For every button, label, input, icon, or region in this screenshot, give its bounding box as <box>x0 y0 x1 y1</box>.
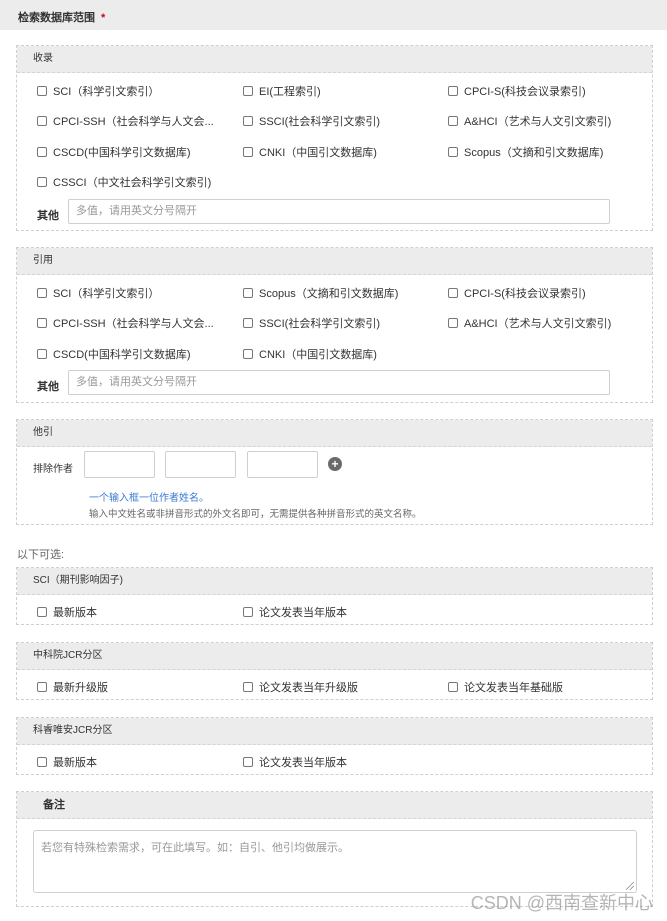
checkbox-icon[interactable] <box>37 607 47 617</box>
checkbox-ahci[interactable]: A&HCI（艺术与人文引文索引) <box>448 315 611 331</box>
section-yinyong: 引用 SCI（科学引文索引） Scopus（文摘和引文数据库) CPCI-S(科… <box>16 247 653 403</box>
hint-text-gray: 输入中文姓名或非拼音形式的外文名即可，无需提供各种拼音形式的英文名称。 <box>89 509 422 520</box>
checkbox-cpci-ssh[interactable]: CPCI-SSH（社会科学与人文会... <box>37 315 214 331</box>
checkbox-icon[interactable] <box>243 147 253 157</box>
checkbox-icon[interactable] <box>37 177 47 187</box>
optional-label: 以下可选: <box>17 549 65 561</box>
checkbox-cpci-ssh[interactable]: CPCI-SSH（社会科学与人文会... <box>37 113 214 129</box>
section-title: 收录 <box>17 46 652 73</box>
checkbox-icon[interactable] <box>448 116 458 126</box>
checkbox-icon[interactable] <box>37 349 47 359</box>
notes-title: 备注 <box>17 792 652 819</box>
other-input[interactable]: 多值，请用英文分号隔开 <box>68 370 610 395</box>
checkbox-icon[interactable] <box>243 288 253 298</box>
checkbox-scopus[interactable]: Scopus（文摘和引文数据库) <box>243 285 398 301</box>
checkbox-icon[interactable] <box>243 349 253 359</box>
section-tayin: 他引 排除作者 + 一个输入框一位作者姓名。 输入中文姓名或非拼音形式的外文名即… <box>16 419 653 525</box>
checkbox-ssci[interactable]: SSCI(社会科学引文索引) <box>243 315 380 331</box>
checkbox-icon[interactable] <box>243 116 253 126</box>
checkbox-icon[interactable] <box>37 288 47 298</box>
checkbox-cssci[interactable]: CSSCI（中文社会科学引文索引) <box>37 174 211 190</box>
notes-textarea[interactable]: 若您有特殊检索需求，可在此填写。如：自引、他引均做展示。 <box>33 830 637 893</box>
checkbox-sci[interactable]: SCI（科学引文索引） <box>37 83 159 99</box>
other-input[interactable]: 多值，请用英文分号隔开 <box>68 199 610 224</box>
required-mark: * <box>101 12 106 24</box>
section-title: SCI（期刊影响因子) <box>17 568 652 595</box>
hint-text-blue: 一个输入框一位作者姓名。 <box>89 493 209 504</box>
checkbox-icon[interactable] <box>37 318 47 328</box>
checkbox-icon[interactable] <box>37 147 47 157</box>
section-title: 引用 <box>17 248 652 275</box>
section-title: 科睿唯安JCR分区 <box>17 718 652 745</box>
checkbox-cscd[interactable]: CSCD(中国科学引文数据库) <box>37 346 191 362</box>
checkbox-icon[interactable] <box>37 757 47 767</box>
checkbox-sci[interactable]: SCI（科学引文索引） <box>37 285 159 301</box>
page-title: 检索数据库范围 * <box>18 12 106 24</box>
other-label: 其他 <box>37 381 59 393</box>
add-author-icon[interactable]: + <box>328 457 342 471</box>
checkbox-cpci-s[interactable]: CPCI-S(科技会议录索引) <box>448 285 586 301</box>
author-input-1[interactable] <box>84 451 155 478</box>
section-title: 他引 <box>17 420 652 447</box>
checkbox-icon[interactable] <box>448 288 458 298</box>
checkbox-icon[interactable] <box>243 318 253 328</box>
checkbox-publish-year-basic[interactable]: 论文发表当年基础版 <box>448 679 563 695</box>
checkbox-latest-version[interactable]: 最新版本 <box>37 754 97 770</box>
checkbox-latest-upgrade[interactable]: 最新升级版 <box>37 679 108 695</box>
checkbox-cpci-s[interactable]: CPCI-S(科技会议录索引) <box>448 83 586 99</box>
checkbox-publish-year-version[interactable]: 论文发表当年版本 <box>243 754 347 770</box>
checkbox-icon[interactable] <box>243 682 253 692</box>
author-input-3[interactable] <box>247 451 318 478</box>
exclude-author-label: 排除作者 <box>33 464 73 475</box>
section-header: 检索数据库范围 * <box>0 0 667 30</box>
checkbox-icon[interactable] <box>243 757 253 767</box>
section-cas-jcr: 中科院JCR分区 最新升级版 论文发表当年升级版 论文发表当年基础版 <box>16 642 653 700</box>
other-label: 其他 <box>37 210 59 222</box>
checkbox-icon[interactable] <box>448 86 458 96</box>
checkbox-ahci[interactable]: A&HCI（艺术与人文引文索引) <box>448 113 611 129</box>
checkbox-latest-version[interactable]: 最新版本 <box>37 604 97 620</box>
checkbox-ei[interactable]: EI(工程索引) <box>243 83 321 99</box>
checkbox-cnki[interactable]: CNKI（中国引文数据库) <box>243 144 377 160</box>
watermark: CSDN @西南查新中心 <box>470 893 653 913</box>
section-shoulu: 收录 SCI（科学引文索引） EI(工程索引) CPCI-S(科技会议录索引) … <box>16 45 653 231</box>
checkbox-icon[interactable] <box>448 147 458 157</box>
checkbox-icon[interactable] <box>243 607 253 617</box>
checkbox-icon[interactable] <box>37 116 47 126</box>
checkbox-publish-year-version[interactable]: 论文发表当年版本 <box>243 604 347 620</box>
section-title: 中科院JCR分区 <box>17 643 652 670</box>
author-input-2[interactable] <box>165 451 236 478</box>
section-sci-impact-factor: SCI（期刊影响因子) 最新版本 论文发表当年版本 <box>16 567 653 625</box>
checkbox-icon[interactable] <box>243 86 253 96</box>
checkbox-icon[interactable] <box>37 86 47 96</box>
checkbox-icon[interactable] <box>448 682 458 692</box>
checkbox-icon[interactable] <box>448 318 458 328</box>
checkbox-publish-year-upgrade[interactable]: 论文发表当年升级版 <box>243 679 358 695</box>
checkbox-scopus[interactable]: Scopus（文摘和引文数据库) <box>448 144 603 160</box>
checkbox-icon[interactable] <box>37 682 47 692</box>
checkbox-cnki[interactable]: CNKI（中国引文数据库) <box>243 346 377 362</box>
checkbox-ssci[interactable]: SSCI(社会科学引文索引) <box>243 113 380 129</box>
checkbox-cscd[interactable]: CSCD(中国科学引文数据库) <box>37 144 191 160</box>
section-clarivate-jcr: 科睿唯安JCR分区 最新版本 论文发表当年版本 <box>16 717 653 775</box>
notes-placeholder: 若您有特殊检索需求，可在此填写。如：自引、他引均做展示。 <box>41 842 349 854</box>
